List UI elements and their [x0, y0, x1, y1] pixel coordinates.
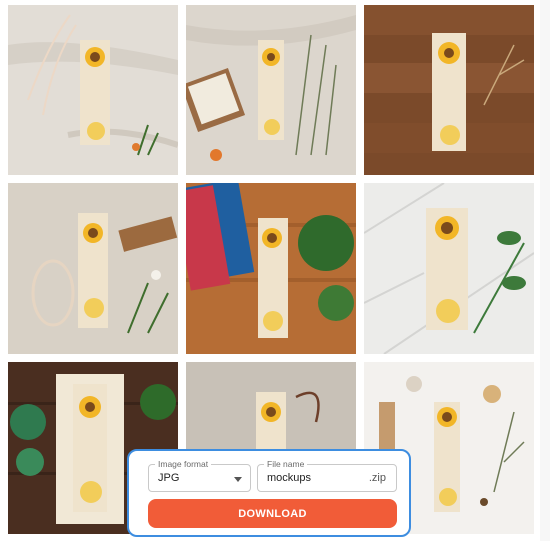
export-panel: Image format JPG File name mockups .zip … [127, 449, 411, 537]
mockup-image [186, 183, 356, 354]
mockup-tile-2[interactable] [186, 5, 356, 175]
mockup-image [8, 183, 178, 354]
mockup-tile-6[interactable] [364, 183, 534, 354]
image-format-value: JPG [158, 472, 180, 484]
mockup-image [186, 5, 356, 175]
file-extension-suffix: .zip [368, 472, 386, 484]
image-format-select[interactable]: Image format JPG [148, 459, 251, 492]
download-button[interactable]: DOWNLOAD [148, 499, 397, 528]
mockup-image [8, 5, 178, 175]
mockup-tile-4[interactable] [8, 183, 178, 354]
file-name-field[interactable]: File name mockups .zip [257, 459, 397, 492]
image-format-label: Image format [155, 459, 212, 469]
mockup-tile-1[interactable] [8, 5, 178, 175]
mockup-tile-3[interactable] [364, 5, 534, 175]
file-name-label: File name [264, 459, 308, 469]
mockup-image [364, 183, 534, 354]
chevron-down-icon [234, 477, 242, 482]
mockup-tile-5[interactable] [186, 183, 356, 354]
file-name-value: mockups [267, 472, 312, 484]
mockup-image [364, 5, 534, 175]
scrollbar-track[interactable] [540, 0, 550, 541]
